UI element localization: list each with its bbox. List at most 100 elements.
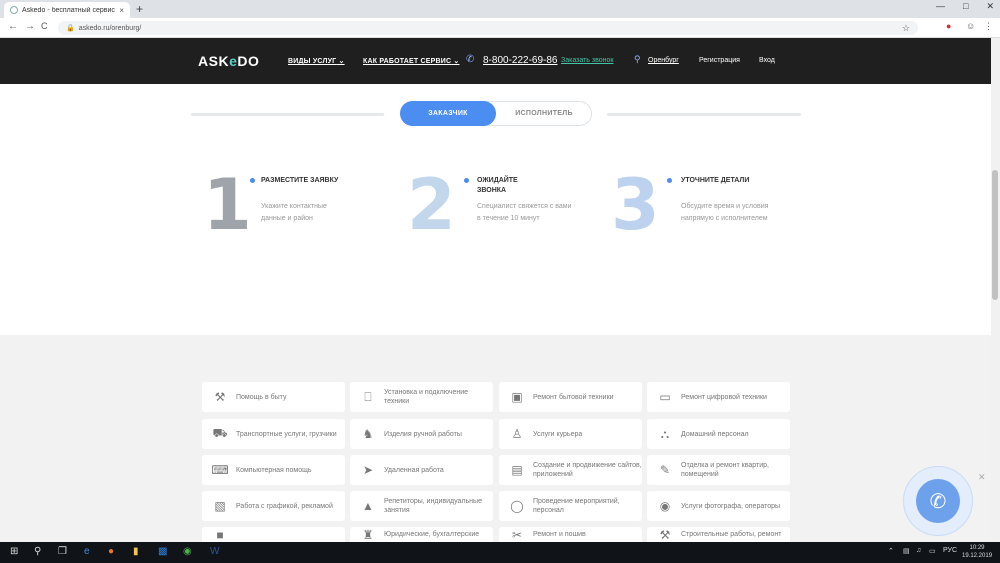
category-card[interactable]: ▧ Работа с графикой, рекламой: [202, 491, 345, 521]
category-card[interactable]: ♞ Изделия ручной работы: [350, 419, 493, 449]
outlook-icon[interactable]: ▩: [158, 546, 167, 557]
forward-icon[interactable]: →: [25, 21, 35, 32]
scrollbar-thumb[interactable]: [992, 170, 998, 300]
tab-title: Askedo - бесплатный сервис п: [22, 6, 116, 14]
task-view-icon[interactable]: ❐: [58, 546, 67, 557]
graduation-cap-icon: ▲: [362, 499, 374, 513]
category-label: Помощь в быту: [236, 393, 287, 401]
divider-right: [607, 113, 801, 116]
new-tab-button[interactable]: +: [136, 2, 143, 16]
maximize-icon[interactable]: □: [963, 1, 968, 12]
reload-icon[interactable]: C: [41, 21, 48, 31]
bullet-dot-icon: [464, 178, 469, 183]
tab-close-icon[interactable]: ×: [119, 6, 124, 15]
step-1: 1 Разместите заявку Укажите контактные д…: [203, 170, 393, 240]
back-icon[interactable]: ←: [8, 21, 18, 32]
step-title: Ожидайте звонка: [477, 177, 518, 194]
step-number: 3: [611, 164, 660, 246]
menu-how-it-works[interactable]: КАК РАБОТАЕТ СЕРВИС ⌄: [363, 57, 459, 65]
firefox-icon[interactable]: ●: [108, 546, 114, 557]
askedo-logo[interactable]: ASKeDO: [198, 53, 259, 69]
category-card[interactable]: ⚒ Строительные работы, ремонт: [647, 527, 790, 542]
category-label: Транспортные услуги, грузчики: [236, 430, 337, 438]
register-link[interactable]: Регистрация: [699, 57, 740, 64]
tab-executor[interactable]: ИСПОЛНИТЕЛЬ: [496, 101, 592, 126]
paper-plane-icon: ➤: [362, 463, 374, 477]
category-card[interactable]: ✎ Отделка и ремонт квартир, помещений: [647, 455, 790, 485]
step-3: 3 Уточните детали Обсудите время и услов…: [611, 170, 801, 240]
menu-services[interactable]: ВИДЫ УСЛУГ ⌄: [288, 57, 345, 65]
phone-number-link[interactable]: 8-800-222-69-86: [483, 55, 558, 66]
address-bar[interactable]: 🔒 askedo.ru/orenburg/ ☆: [58, 21, 918, 35]
step-title: Уточните детали: [681, 177, 750, 184]
call-widget-close-icon[interactable]: ✕: [978, 472, 986, 483]
edge-icon[interactable]: e: [84, 546, 90, 557]
system-clock[interactable]: 10:29 19.12.2019: [962, 544, 992, 560]
search-icon[interactable]: ⚲: [34, 546, 41, 557]
category-label: Установка и подключение техники: [384, 389, 469, 405]
hammer-icon: ⚒: [659, 527, 671, 542]
generic-icon: ■: [216, 527, 224, 542]
category-card[interactable]: ➤ Удаленная работа: [350, 455, 493, 485]
extension-icon[interactable]: ●: [946, 21, 951, 31]
logo-text-end: DO: [237, 53, 260, 69]
category-card[interactable]: ⛬ Домашний персонал: [647, 419, 790, 449]
logo-text-start: ASK: [198, 53, 230, 69]
login-link[interactable]: Вход: [759, 57, 775, 64]
chevron-down-icon: ⌄: [338, 58, 345, 65]
category-card[interactable]: ▭ Ремонт цифровой техники: [647, 382, 790, 412]
clock-date: 19.12.2019: [962, 553, 993, 559]
windows-taskbar: ⊞ ⚲ ❐ e ● ▮ ▩ ◉ W ⌃ ▤ ♫ ▭ РУС 10:29 19.1…: [0, 542, 1000, 563]
category-card[interactable]: ◉ Услуги фотографа, операторы: [647, 491, 790, 521]
tab-customer[interactable]: ЗАКАЗЧИК: [400, 101, 496, 126]
category-card[interactable]: ♙ Услуги курьера: [499, 419, 642, 449]
category-label: Изделия ручной работы: [384, 430, 462, 438]
category-card[interactable]: ⎕ Установка и подключение техники: [350, 382, 493, 412]
category-card[interactable]: ✂ Ремонт и пошив: [499, 527, 642, 542]
category-card[interactable]: ■: [202, 527, 345, 542]
category-label: Ремонт цифровой техники: [681, 393, 767, 401]
close-window-icon[interactable]: ✕: [986, 1, 994, 12]
washer-icon: ▣: [511, 390, 523, 404]
language-indicator[interactable]: РУС: [943, 547, 957, 554]
city-selector[interactable]: Оренбург: [648, 57, 679, 64]
category-card[interactable]: ⛟ Транспортные услуги, грузчики: [202, 419, 345, 449]
sewing-icon: ✂: [511, 527, 523, 542]
category-card[interactable]: ▤ Создание и продвижение сайтов, приложен…: [499, 455, 642, 485]
category-label: Юридические, бухгалтерские: [384, 531, 480, 538]
category-card[interactable]: ▲ Репетиторы, индивидуальные занятия: [350, 491, 493, 521]
browser-window-icon: ▤: [511, 463, 523, 477]
step-description: Специалист свяжется с вами в течение 10 …: [477, 203, 572, 222]
site-favicon-icon: [10, 6, 18, 14]
divider-left: [191, 113, 384, 116]
battery-icon[interactable]: ▭: [929, 547, 936, 555]
volume-icon[interactable]: ♫: [916, 547, 921, 554]
chrome-icon[interactable]: ◉: [183, 546, 192, 557]
category-label: Услуги фотографа, операторы: [681, 502, 781, 510]
category-card[interactable]: ▣ Ремонт бытовой техники: [499, 382, 642, 412]
file-explorer-icon[interactable]: ▮: [133, 546, 139, 557]
minimize-icon[interactable]: —: [936, 1, 945, 12]
category-card[interactable]: ♜ Юридические, бухгалтерские: [350, 527, 493, 542]
categories-section: [0, 335, 991, 542]
callback-link[interactable]: Заказать звонок: [561, 57, 613, 64]
category-label: Домашний персонал: [681, 430, 749, 438]
url-text[interactable]: askedo.ru/orenburg/: [79, 25, 142, 32]
browser-tab[interactable]: Askedo - бесплатный сервис п ×: [4, 2, 130, 18]
category-card[interactable]: ◯ Проведение мероприятий, персонал: [499, 491, 642, 521]
profile-avatar-icon[interactable]: ☺: [966, 21, 975, 31]
windows-start-icon[interactable]: ⊞: [10, 546, 18, 557]
bullet-dot-icon: [250, 178, 255, 183]
category-card[interactable]: ⚒ Помощь в быту: [202, 382, 345, 412]
bookmark-star-icon[interactable]: ☆: [902, 23, 910, 34]
tray-chevron-icon[interactable]: ⌃: [888, 547, 894, 555]
network-icon[interactable]: ▤: [903, 547, 910, 555]
word-icon[interactable]: W: [210, 546, 219, 557]
category-label: Услуги курьера: [533, 430, 583, 438]
call-widget-button[interactable]: ✆: [916, 479, 960, 523]
phone-icon: ✆: [466, 54, 475, 65]
step-description: Обсудите время и условия напрямую с испо…: [681, 203, 769, 222]
browser-menu-icon[interactable]: ⋮: [984, 21, 993, 32]
category-card[interactable]: ⌨ Компьютерная помощь: [202, 455, 345, 485]
location-pin-icon: ⚲: [634, 54, 641, 64]
